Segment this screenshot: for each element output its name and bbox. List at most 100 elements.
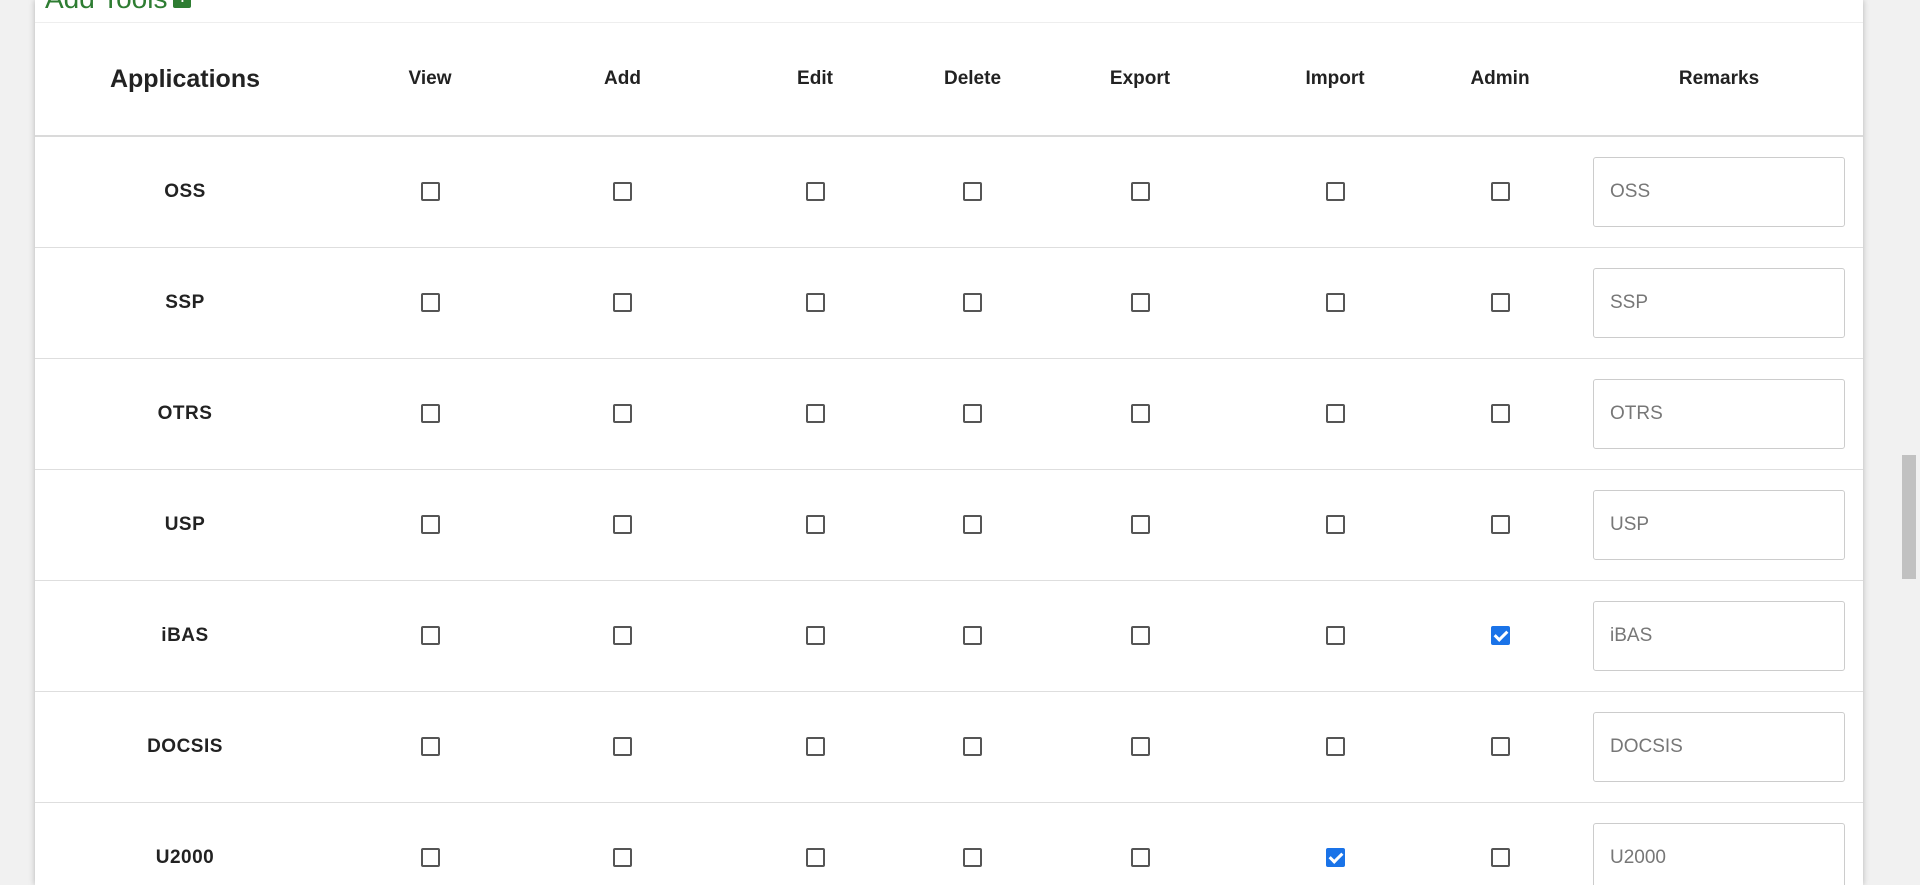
- admin-checkbox[interactable]: [1490, 293, 1510, 312]
- admin-checkbox[interactable]: [1490, 737, 1510, 756]
- column-header-export: Export: [1035, 23, 1245, 137]
- view-checkbox[interactable]: [420, 515, 440, 534]
- admin-checkbox[interactable]: [1490, 182, 1510, 202]
- delete-checkbox[interactable]: [963, 293, 982, 312]
- view-checkbox[interactable]: [420, 626, 440, 645]
- import-checkbox[interactable]: [1325, 182, 1345, 202]
- cell-view: [335, 469, 525, 580]
- remarks-input[interactable]: [1593, 489, 1845, 560]
- remarks-input[interactable]: [1593, 267, 1845, 338]
- edit-checkbox[interactable]: [805, 182, 825, 202]
- cell-export: [1035, 247, 1245, 358]
- cell-export: [1035, 802, 1245, 885]
- edit-checkbox[interactable]: [805, 848, 825, 867]
- vertical-scrollbar[interactable]: [1898, 0, 1920, 885]
- delete-checkbox[interactable]: [963, 404, 982, 423]
- scrollbar-thumb[interactable]: [1902, 455, 1916, 579]
- cell-delete: [910, 136, 1035, 247]
- import-checkbox[interactable]: [1325, 848, 1345, 867]
- edit-checkbox[interactable]: [805, 515, 825, 534]
- remarks-input[interactable]: [1593, 822, 1845, 885]
- application-name: U2000: [155, 846, 215, 868]
- add-tools-label: Add Tools: [45, 0, 167, 13]
- cell-admin: [1425, 469, 1575, 580]
- remarks-input[interactable]: [1593, 156, 1845, 227]
- cell-import: [1245, 580, 1425, 691]
- import-checkbox[interactable]: [1325, 293, 1345, 312]
- export-checkbox[interactable]: [1130, 848, 1150, 867]
- add-checkbox[interactable]: [613, 848, 632, 867]
- delete-checkbox[interactable]: [963, 737, 982, 756]
- add-checkbox[interactable]: [613, 404, 632, 423]
- cell-delete: [910, 580, 1035, 691]
- admin-checkbox[interactable]: [1490, 626, 1510, 645]
- cell-add: [525, 136, 720, 247]
- view-checkbox[interactable]: [420, 404, 440, 423]
- cell-import: [1245, 469, 1425, 580]
- delete-checkbox[interactable]: [963, 626, 982, 645]
- view-checkbox[interactable]: [420, 848, 440, 867]
- cell-export: [1035, 580, 1245, 691]
- edit-checkbox[interactable]: [805, 626, 825, 645]
- admin-checkbox[interactable]: [1490, 404, 1510, 423]
- view-checkbox[interactable]: [420, 293, 440, 312]
- remarks-input[interactable]: [1593, 711, 1845, 782]
- delete-checkbox[interactable]: [963, 848, 982, 867]
- cell-view: [335, 691, 525, 802]
- cell-add: [525, 691, 720, 802]
- cell-export: [1035, 358, 1245, 469]
- remarks-input[interactable]: [1593, 600, 1845, 671]
- admin-checkbox[interactable]: [1490, 515, 1510, 534]
- table-row: OSS: [35, 136, 1863, 247]
- export-checkbox[interactable]: [1130, 182, 1150, 202]
- delete-checkbox[interactable]: [963, 515, 982, 534]
- cell-edit: [720, 802, 910, 885]
- add-checkbox[interactable]: [613, 515, 632, 534]
- delete-checkbox[interactable]: [963, 182, 982, 202]
- add-checkbox[interactable]: [613, 182, 632, 202]
- column-header-admin: Admin: [1425, 23, 1575, 137]
- export-checkbox[interactable]: [1130, 515, 1150, 534]
- cell-admin: [1425, 802, 1575, 885]
- cell-remarks: [1575, 691, 1863, 802]
- add-checkbox[interactable]: [613, 626, 632, 645]
- cell-admin: [1425, 358, 1575, 469]
- cell-add: [525, 469, 720, 580]
- cell-edit: [720, 469, 910, 580]
- table-row: DOCSIS: [35, 691, 1863, 802]
- add-checkbox[interactable]: [613, 293, 632, 312]
- view-checkbox[interactable]: [420, 182, 440, 202]
- add-checkbox[interactable]: [613, 737, 632, 756]
- cell-remarks: [1575, 580, 1863, 691]
- application-name: DOCSIS: [147, 735, 223, 757]
- import-checkbox[interactable]: [1325, 404, 1345, 423]
- column-header-applications: Applications: [35, 23, 335, 137]
- import-checkbox[interactable]: [1325, 626, 1345, 645]
- export-checkbox[interactable]: [1130, 737, 1150, 756]
- application-name: USP: [164, 513, 206, 535]
- cell-remarks: [1575, 802, 1863, 885]
- import-checkbox[interactable]: [1325, 737, 1345, 756]
- column-header-add: Add: [525, 23, 720, 137]
- view-checkbox[interactable]: [420, 737, 440, 756]
- add-tools-button[interactable]: Add Tools +: [45, 0, 192, 13]
- application-name: iBAS: [161, 624, 209, 646]
- admin-checkbox[interactable]: [1490, 848, 1510, 867]
- application-name: OTRS: [157, 402, 213, 424]
- cell-edit: [720, 358, 910, 469]
- export-checkbox[interactable]: [1130, 404, 1150, 423]
- cell-export: [1035, 136, 1245, 247]
- edit-checkbox[interactable]: [805, 737, 825, 756]
- cell-import: [1245, 247, 1425, 358]
- export-checkbox[interactable]: [1130, 293, 1150, 312]
- cell-export: [1035, 469, 1245, 580]
- remarks-input[interactable]: [1593, 378, 1845, 449]
- export-checkbox[interactable]: [1130, 626, 1150, 645]
- column-header-delete: Delete: [910, 23, 1035, 137]
- edit-checkbox[interactable]: [805, 293, 825, 312]
- edit-checkbox[interactable]: [805, 404, 825, 423]
- cell-import: [1245, 802, 1425, 885]
- import-checkbox[interactable]: [1325, 515, 1345, 534]
- cell-export: [1035, 691, 1245, 802]
- table-row: iBAS: [35, 580, 1863, 691]
